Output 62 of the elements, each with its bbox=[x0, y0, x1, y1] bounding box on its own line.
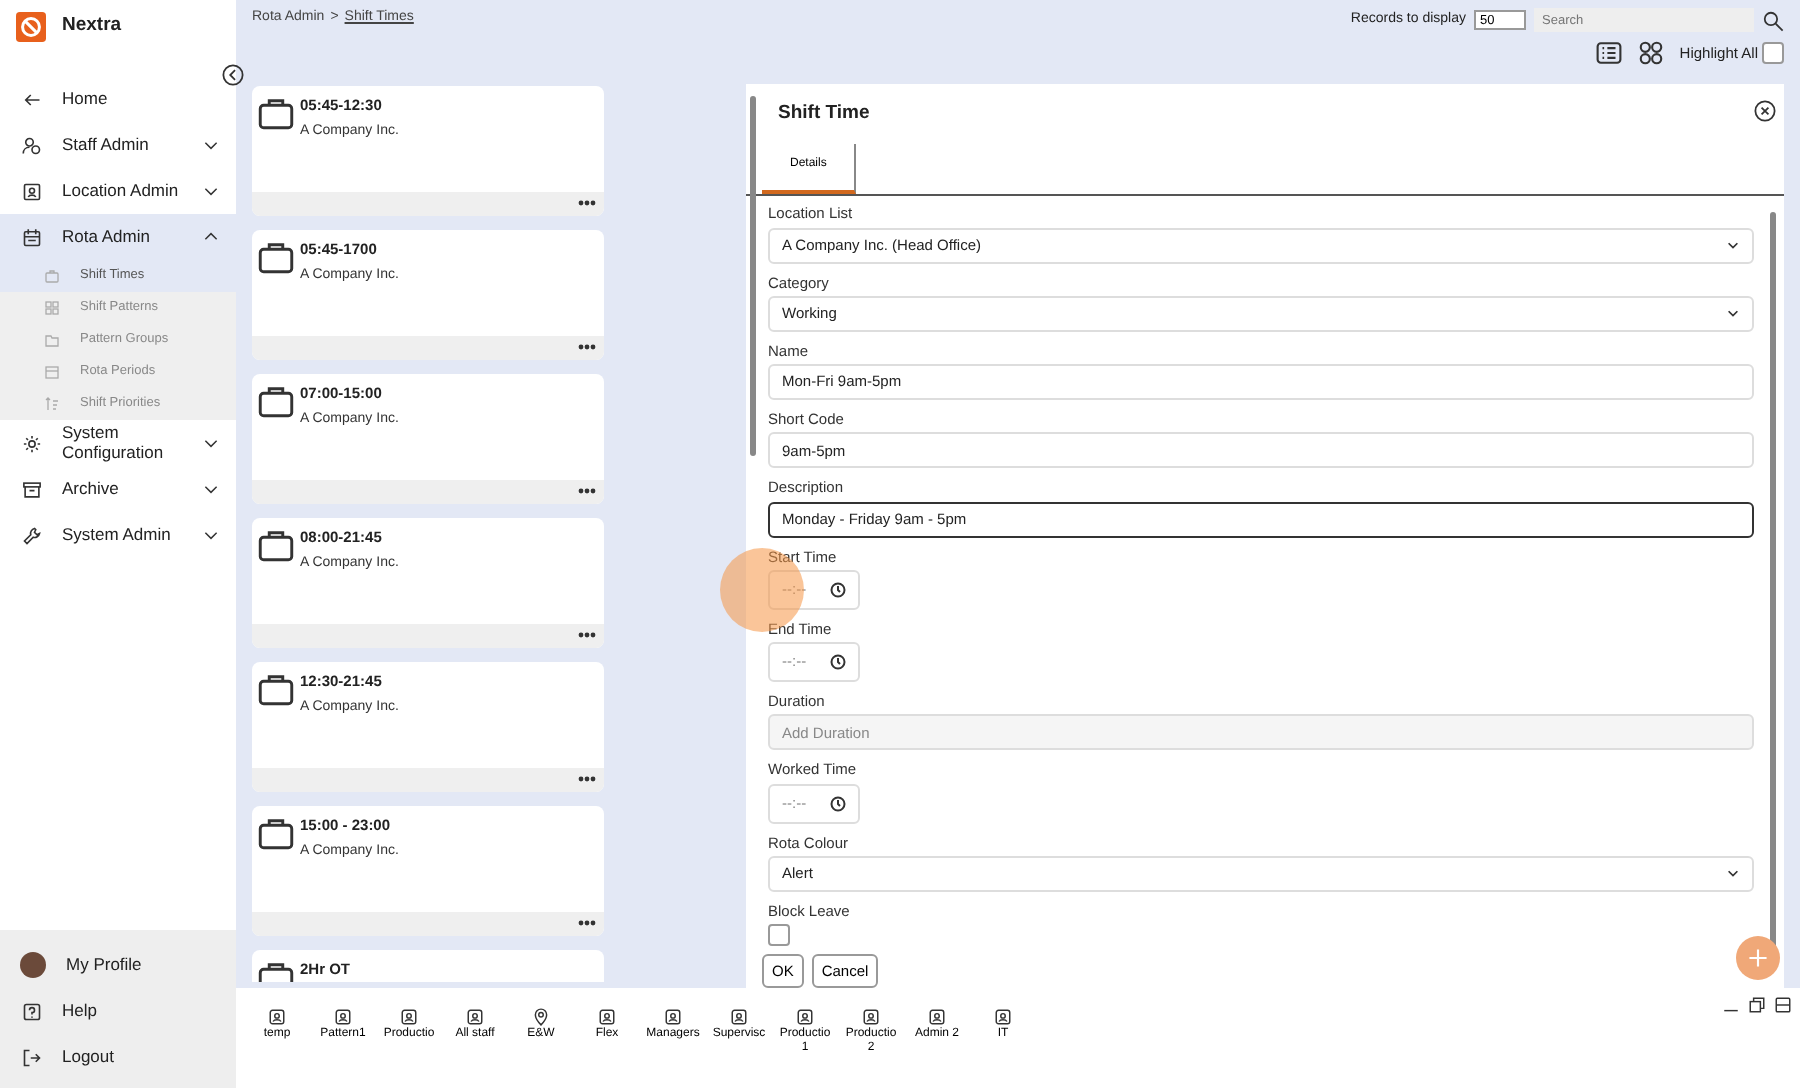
person-icon bbox=[730, 1008, 748, 1026]
briefcase-icon bbox=[44, 268, 60, 284]
sidebar-item[interactable]: System Admin bbox=[0, 512, 236, 558]
people-icon bbox=[22, 135, 42, 155]
archive-box-icon bbox=[22, 479, 42, 499]
list-view-icon[interactable] bbox=[1595, 40, 1622, 66]
grid-view-icon[interactable] bbox=[1637, 40, 1664, 66]
person-icon bbox=[400, 1008, 418, 1026]
highlight-checkbox[interactable] bbox=[1762, 42, 1784, 64]
search-icon[interactable] bbox=[1762, 9, 1784, 31]
avatar bbox=[20, 952, 46, 978]
briefcase-icon bbox=[258, 526, 294, 562]
wrench-icon bbox=[22, 525, 42, 545]
sidebar-item[interactable]: System Configuration bbox=[0, 420, 236, 466]
briefcase-icon bbox=[258, 670, 294, 706]
sidebar-item[interactable]: Location Admin bbox=[0, 168, 236, 214]
help-icon bbox=[22, 1001, 42, 1021]
sidebar-item[interactable]: Rota Admin bbox=[0, 214, 236, 260]
collapse-icon[interactable] bbox=[222, 64, 244, 86]
app-name: Nextra bbox=[62, 11, 122, 40]
sort-icon bbox=[44, 396, 60, 412]
chevron-down-icon bbox=[1726, 306, 1740, 321]
briefcase-icon bbox=[258, 94, 294, 130]
person-icon bbox=[466, 1008, 484, 1026]
contact-card-icon bbox=[22, 181, 42, 201]
panel-title: Shift Time bbox=[778, 100, 870, 128]
person-icon bbox=[334, 1008, 352, 1026]
sidebar-item[interactable]: Staff Admin bbox=[0, 122, 236, 168]
clock-icon bbox=[830, 654, 846, 670]
plus-icon bbox=[1748, 944, 1768, 972]
grid-icon bbox=[44, 300, 60, 316]
settings-icon bbox=[22, 433, 42, 453]
calendar-icon bbox=[44, 364, 60, 380]
close-icon[interactable] bbox=[1754, 100, 1776, 122]
chevron-down-icon bbox=[1726, 238, 1740, 252]
maximize-icon[interactable] bbox=[1774, 996, 1792, 1014]
calendar-icon bbox=[22, 227, 42, 247]
person-icon bbox=[994, 1008, 1012, 1026]
location-pin-icon bbox=[532, 1008, 550, 1026]
person-icon bbox=[796, 1008, 814, 1026]
logout-icon bbox=[22, 1047, 42, 1067]
back-arrow-icon bbox=[22, 89, 42, 109]
checkbox[interactable] bbox=[768, 924, 790, 946]
sidebar-item[interactable]: My Profile bbox=[0, 942, 236, 988]
briefcase-icon bbox=[258, 814, 294, 850]
clock-icon bbox=[830, 581, 846, 598]
sidebar-item[interactable]: Archive bbox=[0, 466, 236, 512]
sidebar-item[interactable]: Help bbox=[0, 988, 236, 1034]
person-icon bbox=[598, 1008, 616, 1026]
chevron-down-icon bbox=[1726, 866, 1740, 881]
person-icon bbox=[268, 1008, 286, 1026]
folder-icon bbox=[44, 332, 60, 348]
sidebar-item[interactable]: Home bbox=[0, 76, 236, 122]
briefcase-icon bbox=[258, 238, 294, 274]
logo-icon bbox=[16, 11, 46, 41]
briefcase-icon bbox=[258, 382, 294, 418]
restore-icon[interactable] bbox=[1748, 996, 1766, 1014]
clock-icon bbox=[830, 795, 846, 811]
person-icon bbox=[928, 1008, 946, 1026]
sidebar-item[interactable]: Logout bbox=[0, 1034, 236, 1080]
person-icon bbox=[664, 1008, 682, 1026]
person-icon bbox=[862, 1008, 880, 1026]
